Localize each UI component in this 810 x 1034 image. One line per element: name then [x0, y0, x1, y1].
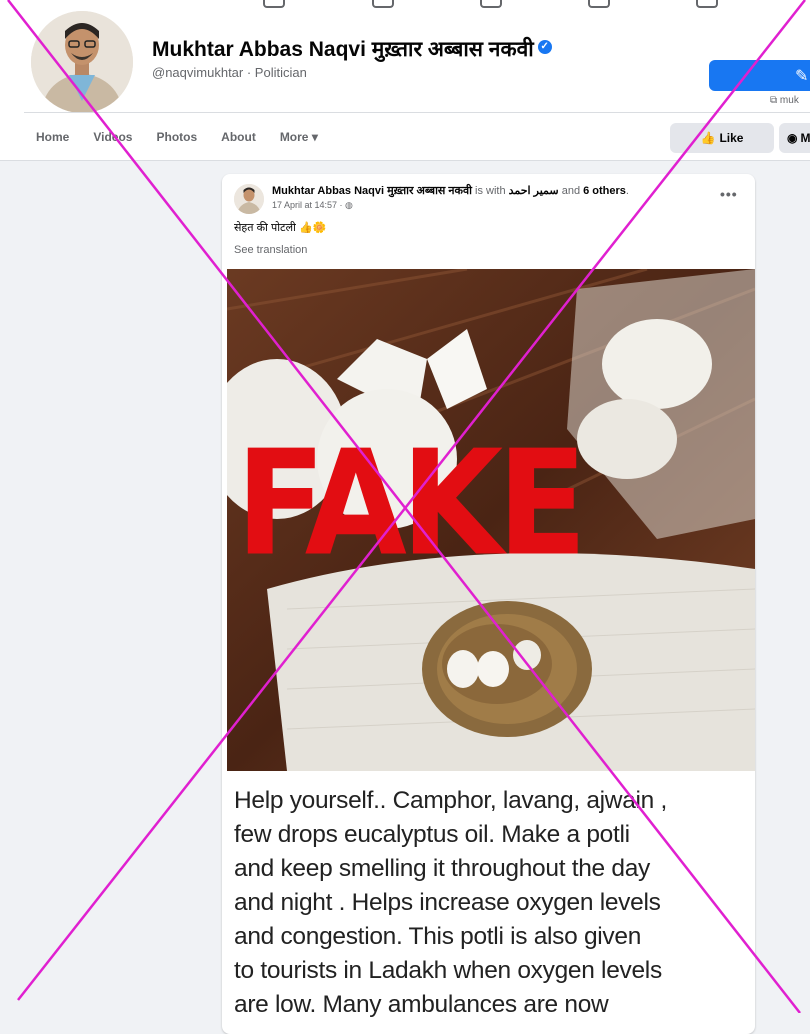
watch-nav-icon[interactable] — [480, 0, 502, 8]
post-card: Mukhtar Abbas Naqvi मुख़्तार अब्बास नकवी… — [222, 174, 755, 1034]
author-line-period: . — [625, 185, 629, 197]
tab-home[interactable]: Home — [24, 127, 81, 147]
tab-about[interactable]: About — [209, 127, 268, 147]
external-link[interactable]: ⧉ muk — [770, 95, 799, 106]
post-options-button[interactable]: ••• — [720, 186, 738, 202]
with-text: is with — [475, 185, 506, 197]
post-body-line: and night . Helps increase oxygen levels — [234, 889, 661, 916]
marketplace-nav-icon[interactable] — [588, 0, 610, 8]
pencil-icon: ✎ — [795, 68, 809, 85]
profile-name: Mukhtar Abbas Naqvi मुख़्तार अब्बास नकवी… — [152, 35, 552, 63]
tagged-person[interactable]: سمير احمد — [509, 185, 559, 197]
post-date[interactable]: 17 April at 14:57 · — [272, 200, 345, 210]
post-author-name[interactable]: Mukhtar Abbas Naqvi मुख़्तार अब्बास नकवी — [272, 185, 472, 197]
message-button-label: M — [800, 131, 810, 145]
post-author-line: Mukhtar Abbas Naqvi मुख़्तार अब्बास नकवी… — [272, 183, 629, 198]
external-link-label: muk — [779, 95, 799, 106]
post-body-line: to tourists in Ladakh when oxygen levels — [234, 957, 662, 984]
post-body-line: are low. Many ambulances are now — [234, 991, 609, 1018]
profile-avatar[interactable] — [28, 8, 136, 116]
thumbs-up-icon: 👍 — [700, 131, 716, 145]
verified-badge-icon: ✓ — [537, 40, 552, 55]
edit-profile-button[interactable]: ✎ — [709, 60, 810, 91]
external-link-icon: ⧉ — [770, 95, 778, 106]
profile-tabs: Home Videos Photos About More ▾ — [24, 127, 330, 147]
tab-videos[interactable]: Videos — [81, 127, 144, 147]
like-button-label: Like — [719, 131, 744, 145]
and-text: and — [561, 185, 581, 197]
post-body-line: and congestion. This potli is also given — [234, 923, 642, 950]
profile-name-text: Mukhtar Abbas Naqvi मुख़्तार अब्बास नकवी — [152, 38, 534, 61]
header-divider — [24, 112, 810, 113]
tab-photos[interactable]: Photos — [144, 127, 209, 147]
post-author-avatar[interactable] — [234, 184, 264, 214]
globe-icon: ◍ — [345, 200, 353, 210]
post-body-line: few drops eucalyptus oil. Make a potli — [234, 821, 630, 848]
messenger-icon: ◉ — [787, 131, 798, 145]
message-button[interactable]: ◉ M — [779, 123, 810, 153]
tagged-others[interactable]: 6 others — [583, 185, 626, 197]
post-body-line: and keep smelling it throughout the day — [234, 855, 650, 882]
home-nav-icon[interactable] — [263, 0, 285, 8]
post-caption: सेहत की पोटली 👍🌼 — [234, 222, 327, 234]
post-body-line: Help yourself.. Camphor, lavang, ajwain … — [234, 787, 668, 814]
profile-handle: @naqvimukhtar · Politician — [152, 65, 307, 80]
flag-nav-icon[interactable] — [372, 0, 394, 8]
like-page-button[interactable]: 👍 Like — [670, 123, 774, 153]
post-timestamp[interactable]: 17 April at 14:57 · ◍ — [272, 200, 353, 211]
profile-header: Mukhtar Abbas Naqvi मुख़्तार अब्बास नकवी… — [0, 8, 810, 161]
groups-nav-icon[interactable] — [696, 0, 718, 8]
see-translation-link[interactable]: See translation — [234, 244, 307, 256]
tab-more[interactable]: More ▾ — [268, 127, 330, 147]
top-navigation-bar — [0, 0, 810, 20]
fake-stamp: FAKE — [235, 419, 588, 589]
post-body-text: Help yourself.. Camphor, lavang, ajwain … — [234, 784, 744, 1022]
